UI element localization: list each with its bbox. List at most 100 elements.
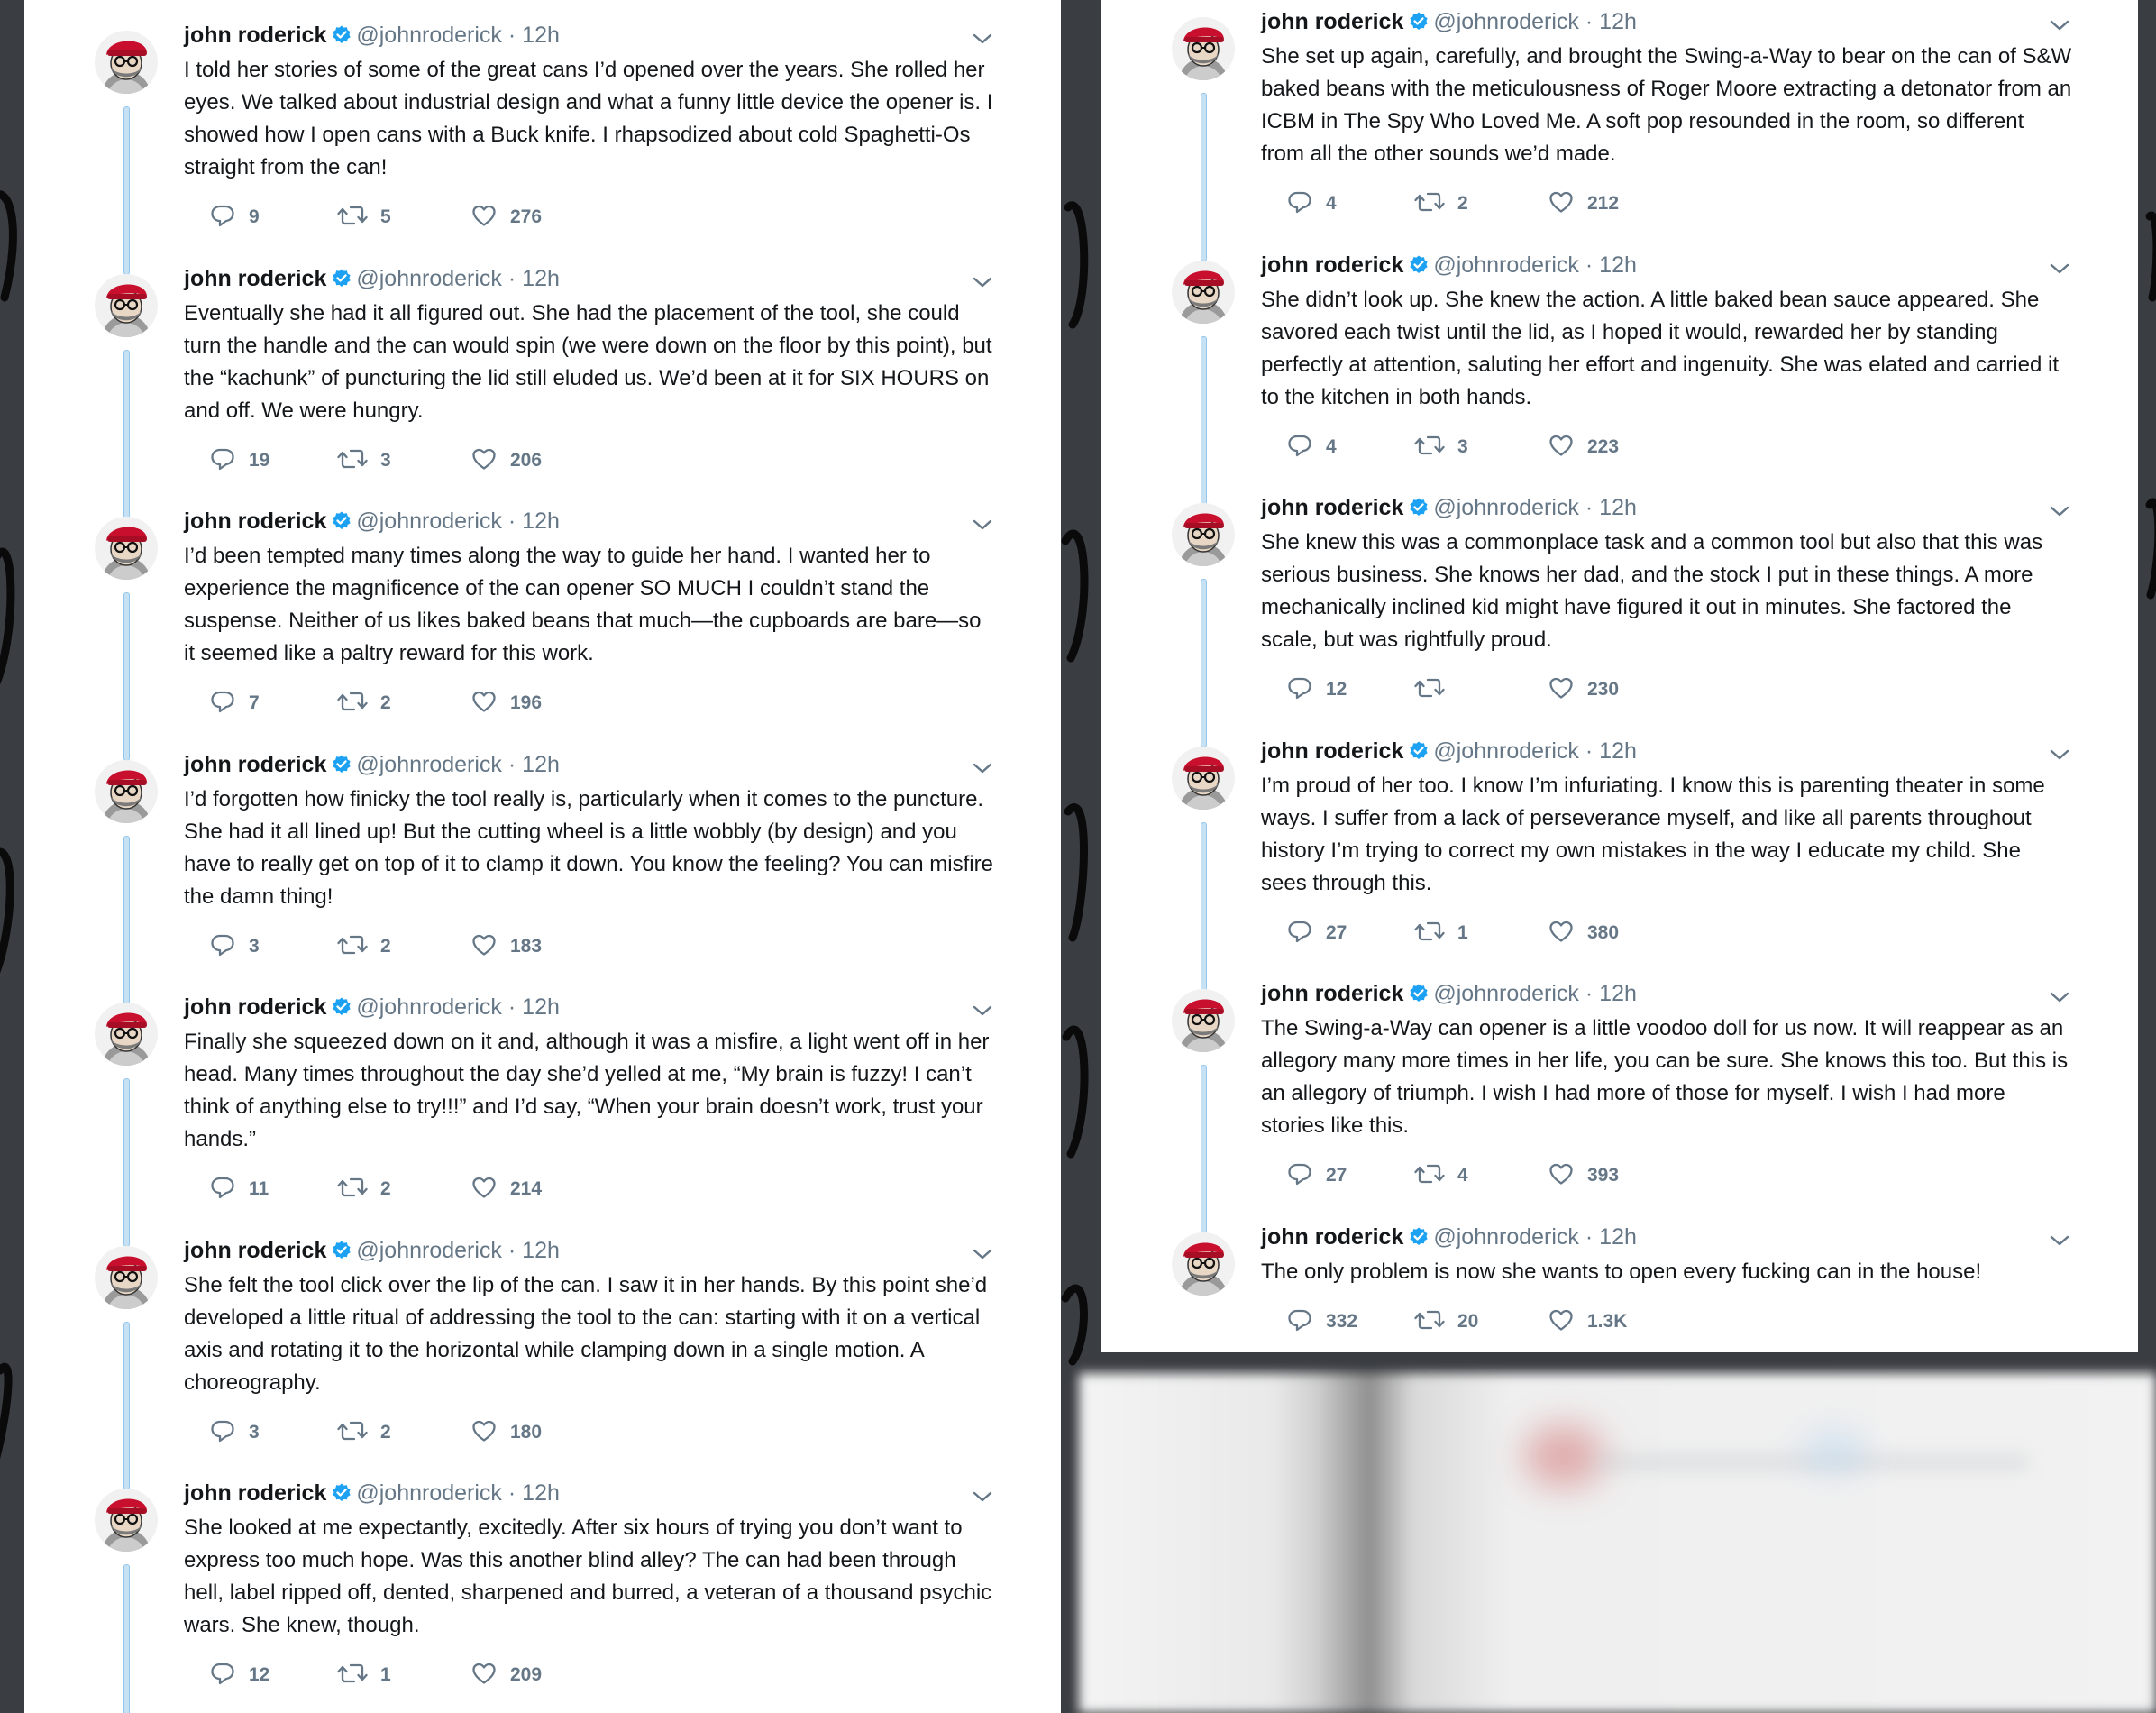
author-name[interactable]: john roderick [184, 752, 326, 777]
author-name[interactable]: john roderick [1261, 252, 1403, 278]
reply-button[interactable]: 11 [209, 1174, 269, 1205]
reply-button[interactable]: 12 [1286, 674, 1347, 705]
avatar[interactable] [1172, 260, 1235, 324]
retweet-button[interactable]: 20 [1414, 1306, 1478, 1337]
author-handle[interactable]: @johnroderick [356, 1238, 502, 1263]
author-name[interactable]: john roderick [184, 266, 326, 291]
like-button[interactable]: 223 [1548, 432, 1619, 463]
chevron-down-icon[interactable] [971, 999, 994, 1027]
reply-button[interactable]: 4 [1286, 432, 1337, 463]
author-name[interactable]: john roderick [1261, 9, 1403, 34]
like-button[interactable]: 183 [470, 931, 542, 962]
chevron-down-icon[interactable] [971, 756, 994, 784]
like-button[interactable]: 180 [470, 1417, 542, 1448]
like-button[interactable]: 230 [1548, 674, 1619, 705]
retweet-button[interactable] [1414, 674, 1457, 705]
timestamp[interactable]: 12h [522, 266, 560, 291]
tweet[interactable]: john roderick @johnroderick · 12h She fel… [24, 1215, 1061, 1490]
chevron-down-icon[interactable] [2048, 1229, 2071, 1257]
tweet[interactable]: john roderick @johnroderick · 12h She loo… [24, 1458, 1061, 1713]
retweet-button[interactable]: 1 [1414, 918, 1468, 948]
avatar[interactable] [95, 31, 158, 94]
avatar[interactable] [1172, 503, 1235, 566]
reply-button[interactable]: 27 [1286, 918, 1347, 948]
tweet[interactable]: john roderick @johnroderick · 12h She did… [1101, 230, 2138, 505]
timestamp[interactable]: 12h [1599, 981, 1637, 1006]
like-button[interactable]: 1.3K [1548, 1306, 1627, 1337]
like-button[interactable]: 214 [470, 1174, 542, 1205]
like-button[interactable]: 206 [470, 445, 542, 476]
author-handle[interactable]: @johnroderick [356, 994, 502, 1020]
chevron-down-icon[interactable] [2048, 14, 2071, 41]
tweet[interactable]: john roderick @johnroderick · 12h I’d bee… [24, 486, 1061, 761]
author-name[interactable]: john roderick [184, 1238, 326, 1263]
chevron-down-icon[interactable] [971, 1485, 994, 1513]
reply-button[interactable]: 7 [209, 688, 260, 719]
timestamp[interactable]: 12h [522, 23, 560, 48]
author-handle[interactable]: @johnroderick [356, 508, 502, 534]
reply-button[interactable]: 3 [209, 1417, 260, 1448]
retweet-button[interactable]: 5 [337, 202, 391, 233]
author-handle[interactable]: @johnroderick [1433, 1224, 1579, 1250]
tweet[interactable]: john roderick @johnroderick · 12h She kne… [1101, 472, 2138, 747]
chevron-down-icon[interactable] [2048, 985, 2071, 1013]
author-handle[interactable]: @johnroderick [356, 266, 502, 291]
author-name[interactable]: john roderick [1261, 981, 1403, 1006]
avatar[interactable] [95, 759, 158, 823]
avatar[interactable] [95, 1489, 158, 1552]
avatar[interactable] [95, 1245, 158, 1309]
avatar[interactable] [95, 1003, 158, 1066]
avatar[interactable] [1172, 746, 1235, 810]
reply-button[interactable]: 4 [1286, 188, 1337, 219]
timestamp[interactable]: 12h [522, 1238, 560, 1263]
like-button[interactable]: 209 [470, 1660, 542, 1690]
chevron-down-icon[interactable] [971, 270, 994, 298]
tweet[interactable]: john roderick @johnroderick · 12h Finally… [24, 972, 1061, 1247]
retweet-button[interactable]: 2 [1414, 188, 1468, 219]
author-name[interactable]: john roderick [184, 994, 326, 1020]
timestamp[interactable]: 12h [1599, 738, 1637, 764]
timestamp[interactable]: 12h [522, 752, 560, 777]
author-name[interactable]: john roderick [1261, 495, 1403, 520]
like-button[interactable]: 276 [470, 202, 542, 233]
tweet[interactable]: john roderick @johnroderick · 12h She set… [1101, 0, 2138, 261]
avatar[interactable] [95, 517, 158, 580]
timestamp[interactable]: 12h [522, 994, 560, 1020]
like-button[interactable]: 393 [1548, 1160, 1619, 1191]
reply-button[interactable]: 332 [1286, 1306, 1357, 1337]
retweet-button[interactable]: 2 [337, 1174, 391, 1205]
timestamp[interactable]: 12h [1599, 495, 1637, 520]
reply-button[interactable]: 3 [209, 931, 260, 962]
avatar[interactable] [95, 273, 158, 337]
retweet-button[interactable]: 2 [337, 931, 391, 962]
avatar[interactable] [1172, 989, 1235, 1052]
timestamp[interactable]: 12h [522, 1480, 560, 1506]
chevron-down-icon[interactable] [971, 27, 994, 55]
timestamp[interactable]: 12h [1599, 9, 1637, 34]
author-name[interactable]: john roderick [1261, 1224, 1403, 1250]
author-handle[interactable]: @johnroderick [356, 23, 502, 48]
author-name[interactable]: john roderick [1261, 738, 1403, 764]
author-handle[interactable]: @johnroderick [1433, 738, 1579, 764]
chevron-down-icon[interactable] [971, 1242, 994, 1270]
like-button[interactable]: 212 [1548, 188, 1619, 219]
chevron-down-icon[interactable] [971, 513, 994, 541]
chevron-down-icon[interactable] [2048, 743, 2071, 771]
timestamp[interactable]: 12h [1599, 1224, 1637, 1250]
author-handle[interactable]: @johnroderick [1433, 9, 1579, 34]
tweet[interactable]: john roderick @johnroderick · 12h The onl… [1101, 1202, 2138, 1353]
author-handle[interactable]: @johnroderick [1433, 981, 1579, 1006]
like-button[interactable]: 380 [1548, 918, 1619, 948]
tweet[interactable]: john roderick @johnroderick · 12h The Swi… [1101, 958, 2138, 1233]
retweet-button[interactable]: 4 [1414, 1160, 1468, 1191]
tweet[interactable]: john roderick @johnroderick · 12h I’d for… [24, 729, 1061, 1004]
avatar[interactable] [1172, 1232, 1235, 1296]
tweet[interactable]: john roderick @johnroderick · 12h I told … [24, 0, 1061, 275]
timestamp[interactable]: 12h [1599, 252, 1637, 278]
retweet-button[interactable]: 3 [1414, 432, 1468, 463]
author-name[interactable]: john roderick [184, 1480, 326, 1506]
like-button[interactable]: 196 [470, 688, 542, 719]
reply-button[interactable]: 19 [209, 445, 270, 476]
retweet-button[interactable]: 2 [337, 1417, 391, 1448]
chevron-down-icon[interactable] [2048, 499, 2071, 527]
